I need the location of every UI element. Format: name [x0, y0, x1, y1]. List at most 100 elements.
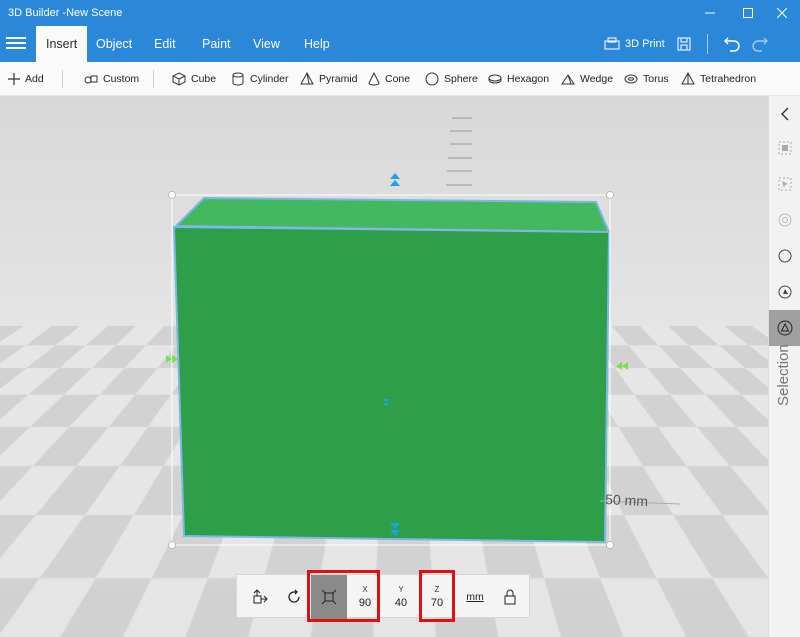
collapse-panel-button[interactable] [769, 98, 800, 130]
window-title: 3D Builder -New Scene [8, 7, 123, 19]
select-mode-button[interactable] [769, 204, 800, 236]
highlight-box-z [419, 570, 455, 622]
add-label: Add [25, 73, 44, 85]
sphere-label: Sphere [444, 73, 478, 85]
selected-cube-object[interactable] [172, 196, 611, 544]
side-panel: Selection [768, 96, 800, 637]
x-axis-left-arrow[interactable] [166, 355, 178, 363]
torus-label: Torus [643, 73, 669, 85]
move-icon [253, 589, 268, 604]
rotate-icon [288, 589, 300, 603]
3d-print-label: 3D Print [625, 38, 665, 50]
select-mode-icon [778, 213, 792, 227]
custom-shapes-icon [84, 75, 98, 84]
minimize-icon [705, 12, 715, 14]
y-value: 40 [394, 597, 408, 609]
redo-icon [752, 37, 768, 52]
select-triangle-button[interactable] [769, 310, 800, 346]
tab-view[interactable]: View [243, 26, 290, 62]
ribbon-separator [706, 34, 708, 54]
menu-icon[interactable] [6, 34, 26, 54]
toolbar-separator [62, 70, 63, 88]
hexagon-icon [488, 74, 502, 84]
lock-icon [504, 589, 516, 605]
cone-button[interactable]: Cone [368, 62, 410, 96]
pyramid-icon [300, 72, 314, 85]
triangle-select-icon [777, 320, 793, 336]
save-icon [677, 37, 691, 51]
wedge-label: Wedge [580, 73, 614, 85]
circle-icon [778, 249, 792, 263]
maximize-icon [743, 8, 753, 18]
tab-insert[interactable]: Insert [36, 26, 88, 62]
plus-icon [8, 73, 20, 85]
wedge-button[interactable]: Wedge [561, 62, 613, 96]
y-label: Y [398, 585, 404, 594]
scene-svg: 50 mm [166, 117, 681, 549]
rotate-button[interactable] [279, 575, 309, 619]
pyramid-label: Pyramid [319, 73, 358, 85]
cube-icon [172, 72, 186, 86]
close-icon [777, 8, 787, 18]
tetrahedron-icon [681, 72, 695, 85]
cylinder-label: Cylinder [250, 73, 289, 85]
maximize-button[interactable] [730, 0, 766, 26]
torus-icon [624, 74, 638, 84]
tetrahedron-label: Tetrahedron [700, 73, 757, 85]
hexagon-button[interactable]: Hexagon [488, 62, 549, 96]
custom-label: Custom [103, 73, 140, 85]
ribbon-right-tools: 3D Print [598, 26, 774, 62]
y-dimension-field[interactable]: Y 40 [385, 575, 417, 619]
highlight-box-scale-x [307, 570, 380, 622]
tetrahedron-button[interactable]: Tetrahedron [681, 62, 756, 96]
move-button[interactable] [245, 575, 275, 619]
select-face-button[interactable] [769, 276, 800, 308]
selection-panel-label: Selection [775, 344, 792, 406]
cube-label: Cube [191, 73, 217, 85]
tab-help[interactable]: Help [294, 26, 340, 62]
unit-selector[interactable]: mm [459, 575, 491, 619]
select-all-button[interactable] [769, 132, 800, 164]
measure-label: 50 mm [605, 491, 649, 509]
insert-toolbar: Add Custom Cube Cylinder Pyramid Cone Sp… [0, 62, 800, 96]
printer-icon [604, 37, 620, 50]
close-button[interactable] [764, 0, 800, 26]
3d-viewport[interactable]: 50 mm [0, 96, 768, 637]
select-objects-button[interactable] [769, 168, 800, 200]
sphere-button[interactable]: Sphere [425, 62, 478, 96]
title-bar: 3D Builder -New Scene [0, 0, 800, 26]
torus-button[interactable]: Torus [624, 62, 669, 96]
select-objects-icon [778, 177, 792, 191]
chevron-left-icon [781, 107, 789, 121]
wedge-icon [561, 74, 575, 85]
cone-icon [368, 72, 380, 86]
tab-object[interactable]: Object [86, 26, 142, 62]
z-axis-top-arrow[interactable] [390, 173, 400, 186]
undo-icon [723, 37, 740, 52]
cylinder-button[interactable]: Cylinder [231, 62, 289, 96]
cone-label: Cone [385, 73, 411, 85]
lock-proportions-button[interactable] [495, 575, 525, 619]
add-button[interactable]: Add [8, 62, 44, 96]
toolbar-separator [153, 70, 154, 88]
select-all-icon [778, 141, 792, 155]
hexagon-label: Hexagon [507, 73, 550, 85]
cylinder-icon [232, 72, 244, 86]
select-object-button[interactable] [769, 240, 800, 272]
tab-edit[interactable]: Edit [144, 26, 186, 62]
unit-label: mm [466, 591, 484, 603]
ribbon-tabs: Insert Object Edit Paint View Help 3D Pr… [0, 26, 800, 62]
face-icon [778, 285, 792, 299]
x-axis-right-arrow[interactable] [616, 362, 628, 370]
minimize-button[interactable] [692, 0, 728, 26]
transform-control-bar: X 90 Y 40 Z 70 mm [236, 574, 530, 619]
save-button[interactable] [671, 26, 697, 62]
undo-button[interactable] [718, 26, 746, 62]
sphere-icon [425, 72, 439, 86]
3d-print-button[interactable]: 3D Print [598, 26, 671, 62]
tab-paint[interactable]: Paint [192, 26, 241, 62]
redo-button[interactable] [746, 26, 774, 62]
cube-button[interactable]: Cube [172, 62, 216, 96]
pyramid-button[interactable]: Pyramid [300, 62, 358, 96]
custom-button[interactable]: Custom [84, 62, 139, 96]
